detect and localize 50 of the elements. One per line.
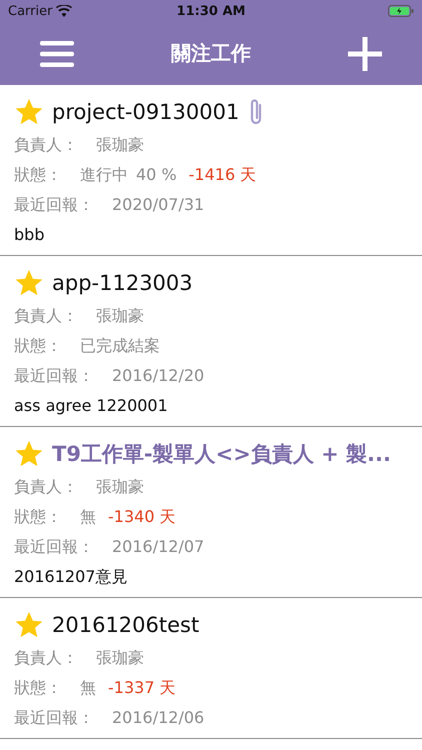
battery-icon (388, 5, 414, 17)
task-title: 20161206test (52, 613, 200, 637)
task-note: 20161207意見 (14, 566, 128, 588)
menu-button[interactable] (40, 40, 74, 66)
owner-name: 張珈豪 (96, 476, 144, 498)
status-value: 無 (80, 506, 96, 528)
progress-percent: 40 % (136, 164, 177, 186)
task-title: app-1123003 (52, 271, 193, 295)
add-button[interactable] (348, 36, 382, 70)
overdue-days: -1340 天 (108, 505, 176, 529)
status-value: 已完成結案 (80, 335, 160, 357)
task-note: bbb (14, 224, 46, 246)
report-date: 2016/12/06 (112, 707, 204, 729)
owner-label: 負責人： (14, 134, 78, 156)
owner-label: 負責人： (14, 305, 78, 327)
clock-time: 11:30 AM (176, 4, 246, 18)
owner-label: 負責人： (14, 647, 78, 669)
owner-label: 負責人： (14, 476, 78, 498)
carrier-label: Carrier (8, 4, 52, 18)
star-icon[interactable] (14, 439, 44, 469)
task-card[interactable]: app-1123003 負責人： 張珈豪 狀態： 已完成結案 最近回報： 2016/12/20 ass agree 1220001 (0, 256, 422, 427)
star-icon[interactable] (14, 97, 44, 127)
owner-name: 張珈豪 (96, 134, 144, 156)
report-label: 最近回報： (14, 365, 94, 387)
task-title: T9工作單-製單人<>負責人 + 製... (52, 441, 391, 468)
report-label: 最近回報： (14, 194, 94, 216)
task-card[interactable]: T9工作單-製單人<>負責人 + 製... 負責人： 張珈豪 狀態： 無 -1340 天 最近回報： 2016/12/07 20161207意見 (0, 427, 422, 598)
status-value: 無 (80, 677, 96, 699)
star-icon[interactable] (14, 610, 44, 640)
report-label: 最近回報： (14, 536, 94, 558)
status-label: 狀態： (14, 335, 62, 357)
report-date: 2020/07/31 (112, 194, 204, 216)
report-date: 2016/12/20 (112, 365, 204, 387)
task-card[interactable]: 20161206test 負責人： 張珈豪 狀態： 無 -1337 天 最近回報： 2016/12/06 (0, 598, 422, 739)
status-value: 進行中 (80, 164, 128, 186)
overdue-days: -1416 天 (188, 163, 256, 187)
report-date: 2016/12/07 (112, 536, 204, 558)
status-label: 狀態： (14, 164, 62, 186)
task-card[interactable]: project-09130001 負責人： 張珈豪 狀態： 進行中 40 % -1416 天 最近回報： 2020/07/31 bbb (0, 85, 422, 256)
status-label: 狀態： (14, 677, 62, 699)
status-label: 狀態： (14, 506, 62, 528)
star-icon[interactable] (14, 268, 44, 298)
owner-name: 張珈豪 (96, 305, 144, 327)
screen-title: 關注工作 (171, 40, 251, 67)
wifi-icon (56, 5, 72, 17)
task-title: project-09130001 (52, 100, 240, 124)
task-note: ass agree 1220001 (14, 395, 169, 417)
report-label: 最近回報： (14, 707, 94, 729)
overdue-days: -1337 天 (108, 676, 176, 700)
owner-name: 張珈豪 (96, 647, 144, 669)
